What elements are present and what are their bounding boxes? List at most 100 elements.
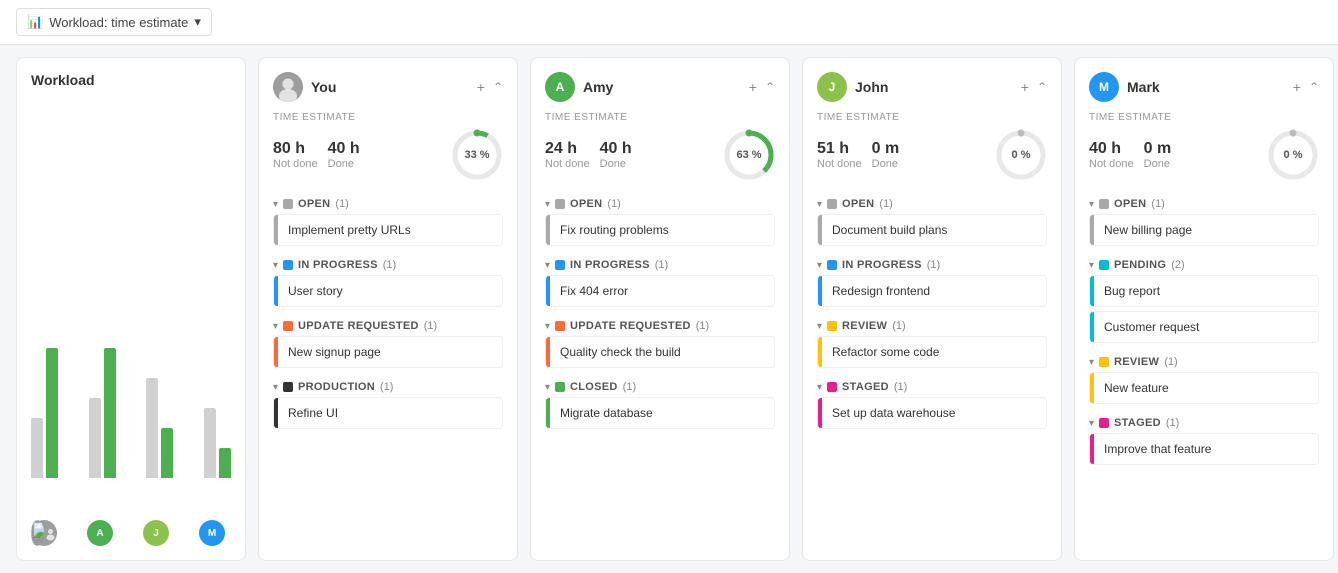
time-estimate-john: TIME ESTIMATE 51 h Not done 0 m Done 0 % xyxy=(817,112,1047,181)
chart-col-you xyxy=(31,308,59,478)
section-dot xyxy=(1099,357,1109,367)
section-header[interactable]: ▾ IN PROGRESS (1) xyxy=(817,254,1047,275)
add-icon[interactable]: + xyxy=(477,79,485,95)
section-header[interactable]: ▾ PRODUCTION (1) xyxy=(273,376,503,397)
task-item[interactable]: User story xyxy=(273,275,503,307)
section-name: REVIEW xyxy=(842,320,887,332)
collapse-icon[interactable]: ⌃ xyxy=(493,80,503,94)
section-closed: ▾ CLOSED (1) Migrate database xyxy=(545,376,775,433)
sidebar-title: Workload xyxy=(31,72,231,88)
section-header[interactable]: ▾ PENDING (2) xyxy=(1089,254,1319,275)
task-item[interactable]: Fix routing problems xyxy=(545,214,775,246)
task-name: Set up data warehouse xyxy=(822,398,1046,428)
task-name: Redesign frontend xyxy=(822,276,1046,306)
section-header[interactable]: ▾ IN PROGRESS (1) xyxy=(545,254,775,275)
task-item[interactable]: Refactor some code xyxy=(817,336,1047,368)
person-name-mark: Mark xyxy=(1127,79,1160,95)
bar-john-green xyxy=(161,428,173,478)
te-label: TIME ESTIMATE xyxy=(1089,112,1319,123)
person-name-john: John xyxy=(855,79,888,95)
avatar-amy: A xyxy=(545,72,575,102)
task-item[interactable]: Document build plans xyxy=(817,214,1047,246)
section-count: (1) xyxy=(335,198,348,210)
section-open: ▾ OPEN (1) New billing page xyxy=(1089,193,1319,250)
section-in-progress: ▾ IN PROGRESS (1) Fix 404 error xyxy=(545,254,775,311)
task-name: Improve that feature xyxy=(1094,434,1318,464)
te-row: 40 h Not done 0 m Done 0 % xyxy=(1089,129,1319,181)
add-icon[interactable]: + xyxy=(1293,79,1301,95)
chart-icon: 📊 xyxy=(27,14,43,30)
section-name: STAGED xyxy=(842,381,889,393)
avatar-mark: M xyxy=(199,520,225,546)
person-name-you: You xyxy=(311,79,336,95)
section-dot xyxy=(555,382,565,392)
section-header[interactable]: ▾ OPEN (1) xyxy=(1089,193,1319,214)
avatar-row: A J M xyxy=(31,516,231,546)
workload-sidebar: Workload xyxy=(16,57,246,561)
add-icon[interactable]: + xyxy=(1021,79,1029,95)
donut-amy: 63 % xyxy=(723,129,775,181)
chart-col-amy xyxy=(89,308,117,478)
collapse-icon[interactable]: ⌃ xyxy=(1037,80,1047,94)
chart-bars-group xyxy=(31,104,231,508)
section-header[interactable]: ▾ UPDATE REQUESTED (1) xyxy=(273,315,503,336)
task-item[interactable]: New billing page xyxy=(1089,214,1319,246)
section-dot xyxy=(1099,418,1109,428)
person-header-amy: A Amy + ⌃ xyxy=(545,72,775,102)
section-count: (1) xyxy=(383,259,396,271)
time-estimate-you: TIME ESTIMATE 80 h Not done 40 h Done 33… xyxy=(273,112,503,181)
section-header[interactable]: ▾ CLOSED (1) xyxy=(545,376,775,397)
chart-col-mark xyxy=(204,308,232,478)
task-name: Fix routing problems xyxy=(550,215,774,245)
section-update-requested: ▾ UPDATE REQUESTED (1) Quality check the… xyxy=(545,315,775,372)
section-count: (2) xyxy=(1171,259,1184,271)
task-item[interactable]: Refine UI xyxy=(273,397,503,429)
task-item[interactable]: Quality check the build xyxy=(545,336,775,368)
section-dot xyxy=(283,321,293,331)
task-item[interactable]: Redesign frontend xyxy=(817,275,1047,307)
section-header[interactable]: ▾ REVIEW (1) xyxy=(1089,351,1319,372)
section-dot xyxy=(283,260,293,270)
chevron-icon: ▾ xyxy=(545,382,550,393)
task-item[interactable]: Set up data warehouse xyxy=(817,397,1047,429)
chevron-icon: ▾ xyxy=(817,382,822,393)
task-item[interactable]: Bug report xyxy=(1089,275,1319,307)
task-item[interactable]: Customer request xyxy=(1089,311,1319,343)
section-name: UPDATE REQUESTED xyxy=(298,320,419,332)
section-header[interactable]: ▾ OPEN (1) xyxy=(273,193,503,214)
task-item[interactable]: Implement pretty URLs xyxy=(273,214,503,246)
section-count: (1) xyxy=(424,320,437,332)
add-icon[interactable]: + xyxy=(749,79,757,95)
task-item[interactable]: Migrate database xyxy=(545,397,775,429)
bar-mark-gray xyxy=(204,408,216,478)
section-in-progress: ▾ IN PROGRESS (1) Redesign frontend xyxy=(817,254,1047,311)
task-item[interactable]: New signup page xyxy=(273,336,503,368)
chevron-icon: ▾ xyxy=(1089,418,1094,429)
person-col-mark: M Mark + ⌃ TIME ESTIMATE 40 h Not done 0… xyxy=(1074,57,1334,561)
section-header[interactable]: ▾ OPEN (1) xyxy=(545,193,775,214)
section-staged: ▾ STAGED (1) Improve that feature xyxy=(1089,412,1319,469)
section-header[interactable]: ▾ STAGED (1) xyxy=(1089,412,1319,433)
top-bar: 📊 Workload: time estimate ▾ xyxy=(0,0,1338,45)
chevron-icon: ▾ xyxy=(545,321,550,332)
collapse-icon[interactable]: ⌃ xyxy=(1309,80,1319,94)
time-estimate-amy: TIME ESTIMATE 24 h Not done 40 h Done 63… xyxy=(545,112,775,181)
task-name: Bug report xyxy=(1094,276,1318,306)
donut-label: 0 % xyxy=(1012,149,1031,161)
section-header[interactable]: ▾ STAGED (1) xyxy=(817,376,1047,397)
section-header[interactable]: ▾ IN PROGRESS (1) xyxy=(273,254,503,275)
te-done: 40 h Done xyxy=(600,140,632,170)
collapse-icon[interactable]: ⌃ xyxy=(765,80,775,94)
donut-label: 63 % xyxy=(736,149,761,161)
bar-john-gray xyxy=(146,378,158,478)
section-dot xyxy=(827,199,837,209)
section-name: IN PROGRESS xyxy=(842,259,922,271)
section-header[interactable]: ▾ REVIEW (1) xyxy=(817,315,1047,336)
workload-dropdown[interactable]: 📊 Workload: time estimate ▾ xyxy=(16,8,212,36)
section-header[interactable]: ▾ OPEN (1) xyxy=(817,193,1047,214)
task-item[interactable]: Fix 404 error xyxy=(545,275,775,307)
section-header[interactable]: ▾ UPDATE REQUESTED (1) xyxy=(545,315,775,336)
section-name: OPEN xyxy=(842,198,874,210)
task-item[interactable]: New feature xyxy=(1089,372,1319,404)
task-item[interactable]: Improve that feature xyxy=(1089,433,1319,465)
